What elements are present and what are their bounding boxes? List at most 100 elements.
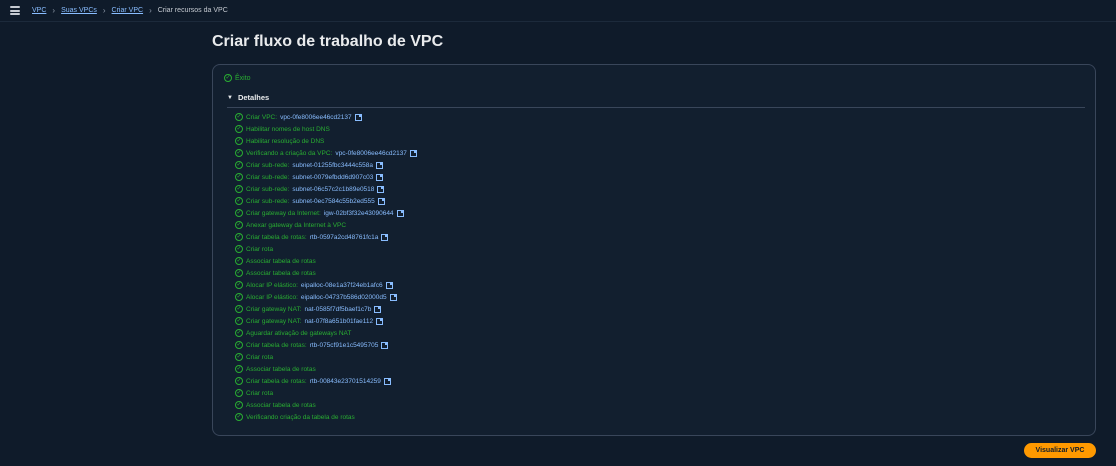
top-bar: VPC › Suas VPCs › Criar VPC › Criar recu… [0,0,1116,22]
resource-link[interactable]: subnet-06c57c2c1b89e0518 [292,186,374,193]
check-circle-icon: ✓ [235,305,243,313]
step-label: Criar sub-rede: [246,185,290,193]
external-link-icon[interactable] [354,113,362,121]
details-toggle[interactable]: ▼ Detalhes [227,93,1085,108]
check-circle-icon: ✓ [235,137,243,145]
check-circle-icon: ✓ [235,413,243,421]
step-item: ✓ Verificando a criação da VPC: vpc-0fe800… [235,147,417,159]
check-circle-icon: ✓ [235,149,243,157]
status-text: Êxito [235,74,251,82]
menu-icon[interactable] [10,6,20,15]
external-link-icon[interactable] [377,197,385,205]
check-circle-icon: ✓ [235,281,243,289]
step-item: ✓ Habilitar resolução de DNS [235,135,417,147]
check-circle-icon: ✓ [235,353,243,361]
step-label: Criar tabela de rotas: [246,233,307,241]
step-label: Criar sub-rede: [246,161,290,169]
resource-link[interactable]: nat-0585f7df5baef1c7b [305,306,372,313]
workflow-panel: ✓ Êxito ▼ Detalhes ✓ Criar VPC: vpc-0fe800… [212,64,1096,436]
step-label: Habilitar nomes de host DNS [246,125,330,133]
page-title: Criar fluxo de trabalho de VPC [212,33,444,50]
step-label: Criar sub-rede: [246,197,290,205]
check-circle-icon: ✓ [224,74,232,82]
check-circle-icon: ✓ [235,197,243,205]
step-label: Associar tabela de rotas [246,401,316,409]
step-item: ✓ Associar tabela de rotas [235,267,417,279]
check-circle-icon: ✓ [235,209,243,217]
check-circle-icon: ✓ [235,161,243,169]
external-link-icon[interactable] [381,233,389,241]
check-circle-icon: ✓ [235,317,243,325]
view-vpc-button[interactable]: Visualizar VPC [1024,443,1096,458]
steps-list: ✓ Criar VPC: vpc-0fe8006ee46cd2137 ✓ Habilit… [235,111,417,423]
details-heading: Detalhes [237,93,270,102]
step-item: ✓ Associar tabela de rotas [235,363,417,375]
step-item: ✓ Criar rota [235,387,417,399]
check-circle-icon: ✓ [235,221,243,229]
step-item: ✓ Criar tabela de rotas: rtb-0597a2cd48761… [235,231,417,243]
breadcrumb-vpc[interactable]: VPC [32,7,46,14]
external-link-icon[interactable] [374,305,382,313]
step-label: Criar gateway NAT: [246,305,302,313]
breadcrumb-current: Criar recursos da VPC [157,7,228,14]
breadcrumb: VPC › Suas VPCs › Criar VPC › Criar recu… [32,6,228,15]
external-link-icon[interactable] [375,161,383,169]
step-label: Criar rota [246,389,274,397]
caret-down-icon: ▼ [227,94,233,101]
step-item: ✓ Criar sub-rede: subnet-0ec7584c55b2ed555 [235,195,417,207]
resource-link[interactable]: vpc-0fe8006ee46cd2137 [280,114,352,121]
external-link-icon[interactable] [396,209,404,217]
step-item: ✓ Criar gateway da Internet: igw-02bf3f32e… [235,207,417,219]
external-link-icon[interactable] [409,149,417,157]
resource-link[interactable]: vpc-0fe8006ee46cd2137 [335,150,407,157]
step-item: ✓ Associar tabela de rotas [235,399,417,411]
step-item: ✓ Criar sub-rede: subnet-0079efbdd6d907c03 [235,171,417,183]
check-circle-icon: ✓ [235,341,243,349]
resource-link[interactable]: subnet-0079efbdd6d907c03 [292,174,373,181]
step-label: Criar gateway da Internet: [246,209,321,217]
step-label: Criar VPC: [246,113,278,121]
step-label: Associar tabela de rotas [246,269,316,277]
step-item: ✓ Criar VPC: vpc-0fe8006ee46cd2137 [235,111,417,123]
step-item: ✓ Associar tabela de rotas [235,255,417,267]
check-circle-icon: ✓ [235,113,243,121]
resource-link[interactable]: subnet-0ec7584c55b2ed555 [292,198,374,205]
step-item: ✓ Criar rota [235,351,417,363]
external-link-icon[interactable] [383,377,391,385]
check-circle-icon: ✓ [235,245,243,253]
resource-link[interactable]: eipalloc-04737b586d02000d5 [301,294,387,301]
external-link-icon[interactable] [385,281,393,289]
resource-link[interactable]: rtb-075cf91e1c5495705 [310,342,379,349]
step-label: Associar tabela de rotas [246,257,316,265]
resource-link[interactable]: eipalloc-08e1a37f24eb1afc6 [301,282,383,289]
check-circle-icon: ✓ [235,401,243,409]
breadcrumb-your-vpcs[interactable]: Suas VPCs [61,7,97,14]
step-label: Alocar IP elástico: [246,281,298,289]
resource-link[interactable]: rtb-0597a2cd48761fc1a [310,234,379,241]
step-label: Criar rota [246,353,274,361]
check-circle-icon: ✓ [235,185,243,193]
step-item: ✓ Verificando criação da tabela de rotas [235,411,417,423]
external-link-icon[interactable] [377,185,385,193]
check-circle-icon: ✓ [235,377,243,385]
external-link-icon[interactable] [381,341,389,349]
breadcrumb-create-vpc[interactable]: Criar VPC [112,7,144,14]
check-circle-icon: ✓ [235,329,243,337]
step-label: Anexar gateway da Internet à VPC [246,221,347,229]
step-label: Criar rota [246,245,274,253]
external-link-icon[interactable] [376,317,384,325]
resource-link[interactable]: nat-07f8a651b01fae112 [305,318,374,325]
resource-link[interactable]: subnet-01255fbc3444c558a [292,162,373,169]
step-label: Verificando a criação da VPC: [246,149,333,157]
chevron-right-icon: › [102,6,106,15]
step-label: Habilitar resolução de DNS [246,137,325,145]
check-circle-icon: ✓ [235,389,243,397]
external-link-icon[interactable] [376,173,384,181]
step-label: Alocar IP elástico: [246,293,298,301]
resource-link[interactable]: rtb-00843e23701514259 [310,378,381,385]
step-item: ✓ Alocar IP elástico: eipalloc-04737b586d0… [235,291,417,303]
external-link-icon[interactable] [389,293,397,301]
check-circle-icon: ✓ [235,233,243,241]
resource-link[interactable]: igw-02bf3f32e43090644 [324,210,394,217]
chevron-right-icon: › [52,6,56,15]
